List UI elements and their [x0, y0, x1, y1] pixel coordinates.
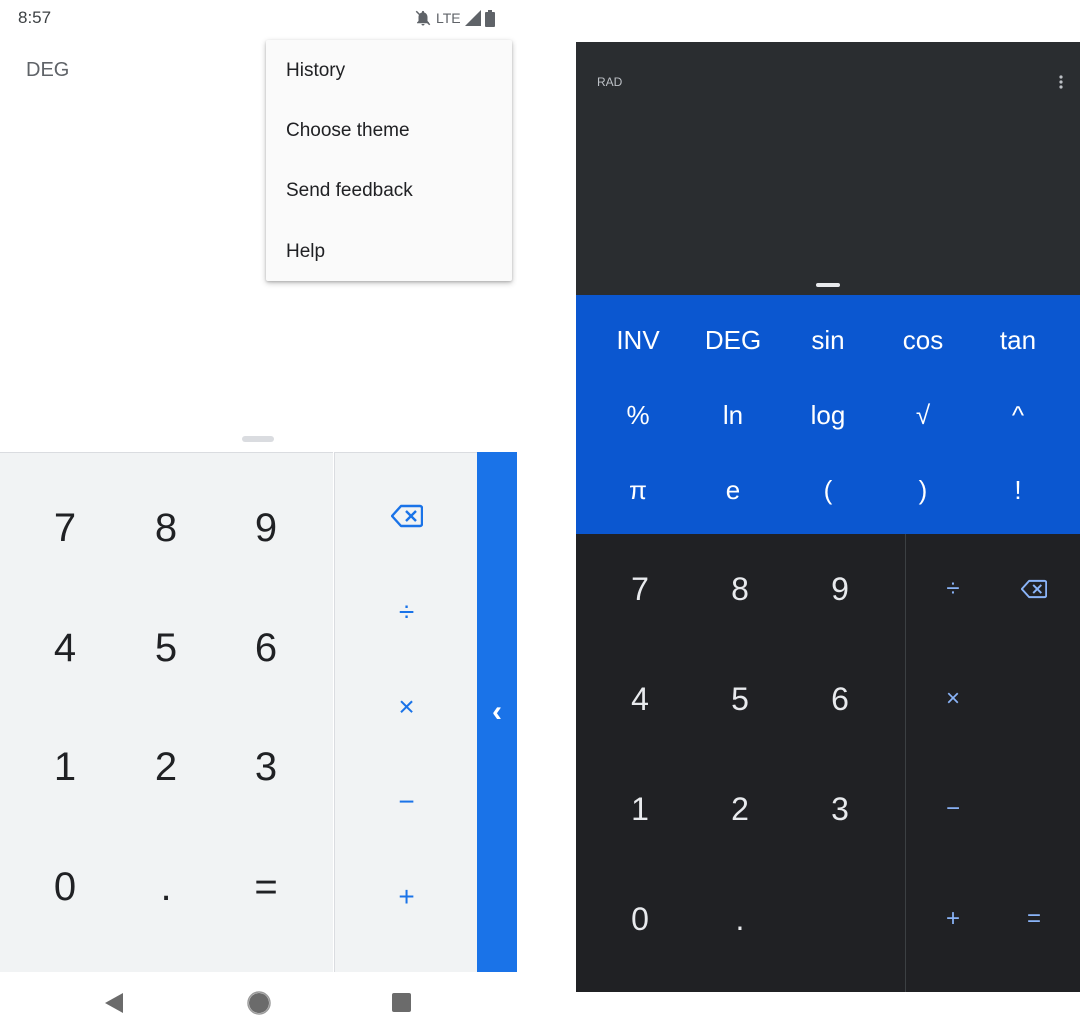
key-1[interactable]: 1	[15, 717, 115, 817]
key-factorial[interactable]: !	[970, 453, 1066, 527]
key-0[interactable]: 0	[15, 837, 115, 937]
key-3[interactable]: 3	[216, 717, 316, 817]
key-8[interactable]: 8	[690, 534, 790, 644]
key-2[interactable]: 2	[116, 717, 216, 817]
key-e[interactable]: e	[685, 453, 781, 527]
dark-calculator-screen: RAD INV DEG sin cos tan % ln log √ ^ π e…	[576, 42, 1080, 992]
backspace-icon	[1021, 579, 1047, 599]
key-5[interactable]: 5	[690, 644, 790, 754]
key-cos[interactable]: cos	[875, 303, 971, 377]
backspace-button[interactable]	[994, 534, 1074, 644]
key-ln[interactable]: ln	[685, 378, 781, 452]
plus-button[interactable]: +	[335, 857, 478, 937]
display-area: RAD	[576, 42, 1080, 295]
menu-item-history[interactable]: History	[286, 60, 345, 82]
key-decimal[interactable]: .	[116, 837, 216, 937]
key-inv[interactable]: INV	[590, 303, 686, 377]
chevron-left-icon: ‹	[492, 695, 502, 728]
key-open-paren[interactable]: (	[780, 453, 876, 527]
drag-handle[interactable]	[242, 436, 274, 442]
key-8[interactable]: 8	[116, 478, 216, 578]
key-equals[interactable]: =	[216, 837, 316, 937]
key-4[interactable]: 4	[15, 598, 115, 698]
number-pad: 7 8 9 4 5 6 1 2 3 0 .	[576, 534, 905, 992]
key-close-paren[interactable]: )	[875, 453, 971, 527]
key-1[interactable]: 1	[590, 754, 690, 864]
divide-button[interactable]: ÷	[913, 534, 993, 644]
angle-mode-indicator[interactable]: RAD	[597, 75, 622, 89]
menu-item-help[interactable]: Help	[286, 241, 325, 263]
key-sqrt[interactable]: √	[875, 378, 971, 452]
key-7[interactable]: 7	[590, 534, 690, 644]
key-0[interactable]: 0	[590, 864, 690, 974]
battery-icon	[484, 9, 495, 27]
key-5[interactable]: 5	[116, 598, 216, 698]
key-percent[interactable]: %	[590, 378, 686, 452]
key-2[interactable]: 2	[690, 754, 790, 864]
key-4[interactable]: 4	[590, 644, 690, 754]
navigation-bar	[0, 972, 517, 1033]
key-6[interactable]: 6	[216, 598, 316, 698]
key-deg[interactable]: DEG	[685, 303, 781, 377]
divide-button[interactable]: ÷	[335, 572, 478, 652]
overflow-menu: History Choose theme Send feedback Help	[266, 40, 512, 281]
key-6[interactable]: 6	[790, 644, 890, 754]
backspace-button[interactable]	[335, 476, 478, 556]
status-time: 8:57	[18, 8, 52, 27]
multiply-button[interactable]: ×	[913, 644, 993, 754]
menu-item-send-feedback[interactable]: Send feedback	[286, 180, 413, 202]
equals-button[interactable]: =	[994, 864, 1074, 974]
notifications-off-icon	[415, 10, 431, 26]
key-tan[interactable]: tan	[970, 303, 1066, 377]
signal-icon	[464, 10, 481, 26]
back-nav-icon[interactable]	[104, 992, 124, 1014]
drag-handle[interactable]	[816, 283, 840, 287]
key-power[interactable]: ^	[970, 378, 1066, 452]
status-icons: LTE	[414, 7, 495, 29]
multiply-button[interactable]: ×	[335, 667, 478, 747]
more-vert-icon[interactable]	[1054, 72, 1068, 96]
backspace-icon	[390, 504, 423, 528]
plus-button[interactable]: +	[913, 864, 993, 974]
network-label: LTE	[436, 10, 461, 26]
minus-button[interactable]: −	[335, 762, 478, 842]
menu-item-choose-theme[interactable]: Choose theme	[286, 120, 410, 142]
recents-nav-icon[interactable]	[392, 993, 411, 1012]
key-9[interactable]: 9	[216, 478, 316, 578]
minus-button[interactable]: −	[913, 754, 993, 864]
key-sin[interactable]: sin	[780, 303, 876, 377]
light-calculator-screen: 8:57 LTE DEG History Choose theme Send f…	[0, 0, 517, 1033]
operator-pad: ÷ × − + =	[905, 534, 1080, 992]
key-7[interactable]: 7	[15, 478, 115, 578]
number-pad: 7 8 9 4 5 6 1 2 3 0 . =	[0, 452, 333, 973]
key-3[interactable]: 3	[790, 754, 890, 864]
scientific-pad: INV DEG sin cos tan % ln log √ ^ π e ( )…	[576, 295, 1080, 534]
key-pi[interactable]: π	[590, 453, 686, 527]
key-9[interactable]: 9	[790, 534, 890, 644]
key-decimal[interactable]: .	[690, 864, 790, 974]
key-log[interactable]: log	[780, 378, 876, 452]
angle-mode-indicator[interactable]: DEG	[26, 59, 69, 82]
home-nav-icon[interactable]	[247, 991, 271, 1015]
advanced-drawer-tab[interactable]: ‹	[477, 452, 517, 972]
operator-pad: ÷ × − +	[334, 452, 478, 973]
